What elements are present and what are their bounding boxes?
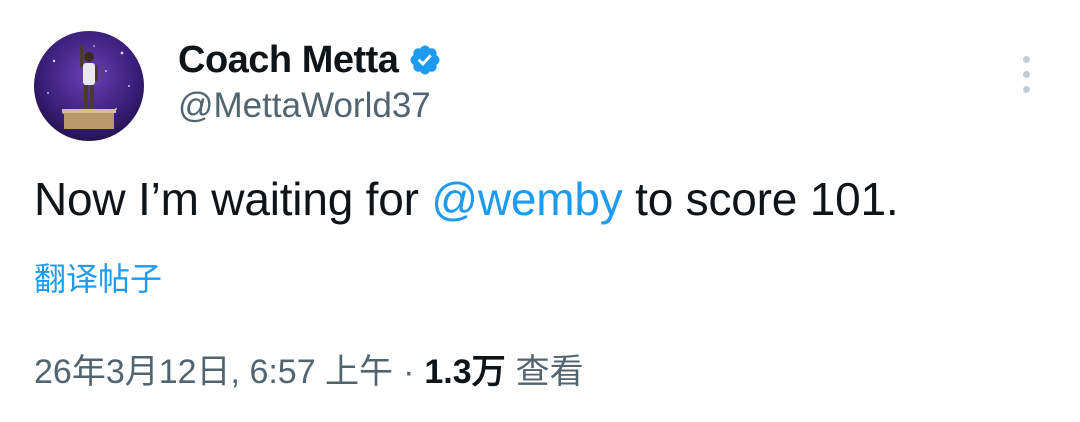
- more-options-icon-dot: [1022, 85, 1030, 93]
- author-handle[interactable]: @MettaWorld37: [178, 86, 431, 126]
- translate-post-link[interactable]: 翻译帖子: [34, 254, 162, 300]
- tweet-card: Coach Metta @MettaWorld37 Now I’m waitin…: [0, 0, 1080, 422]
- tweet-meta: 26年3月12日, 6:57 上午 · 1.3万 查看: [34, 344, 584, 393]
- verified-badge-icon[interactable]: [408, 43, 442, 77]
- views-label: 查看: [515, 353, 584, 391]
- tweet-text-before: Now I’m waiting for: [34, 173, 432, 225]
- author-name-row: Coach Metta: [178, 36, 442, 84]
- avatar-image: [34, 31, 144, 141]
- more-options-button[interactable]: [1008, 54, 1044, 94]
- more-options-icon-dot: [1022, 70, 1030, 78]
- mention-link[interactable]: @wemby: [431, 173, 622, 225]
- views-count[interactable]: 1.3万: [424, 344, 505, 393]
- meta-separator: ·: [403, 353, 415, 391]
- avatar[interactable]: [34, 31, 144, 141]
- more-options-icon: [1022, 55, 1030, 63]
- timestamp[interactable]: 26年3月12日, 6:57 上午: [34, 344, 393, 393]
- display-name[interactable]: Coach Metta: [178, 39, 399, 82]
- tweet-text: Now I’m waiting for @wemby to score 101.: [34, 172, 899, 226]
- tweet-text-after: to score 101.: [622, 173, 899, 225]
